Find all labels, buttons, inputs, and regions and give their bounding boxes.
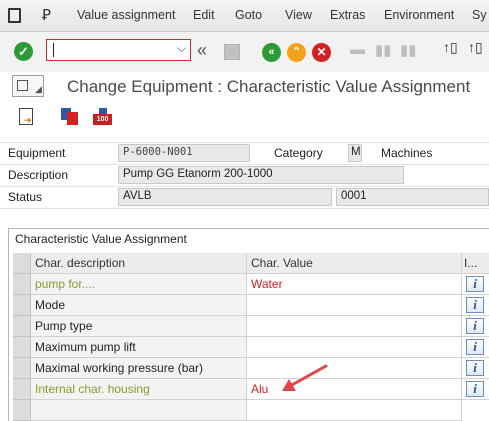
cancel-icon[interactable]: ✕	[312, 43, 331, 62]
menu-value-assignment[interactable]: Value assignment	[77, 8, 175, 22]
divider	[0, 208, 489, 209]
status-value: AVLB	[123, 190, 152, 202]
category-field: M	[348, 144, 362, 162]
page-title: Change Equipment : Characteristic Value …	[67, 77, 471, 96]
column-header-value[interactable]: Char. Value	[247, 253, 462, 274]
info-icon[interactable]: i	[466, 318, 484, 334]
info-cell: i	[462, 379, 489, 400]
description-field: Pump GG Etanorm 200-1000	[118, 166, 404, 184]
menu-goto[interactable]: Goto	[235, 8, 262, 22]
equipment-value: P-6000-N001	[123, 146, 193, 158]
prev-page-icon[interactable]: ↑▯	[468, 39, 483, 56]
row-selector[interactable]	[13, 358, 31, 379]
table-row: Pump type i	[13, 316, 489, 337]
cursor-caret	[53, 43, 54, 57]
table-row: Internal char. housing Alu i	[13, 379, 489, 400]
char-value-input[interactable]	[247, 316, 462, 337]
status-field: AVLB	[118, 188, 332, 206]
command-field[interactable]: ⌵	[46, 39, 191, 61]
info-cell: i	[462, 274, 489, 295]
status-code-field: 0001	[336, 188, 489, 206]
char-description: Pump type	[31, 316, 247, 337]
divider	[0, 164, 489, 165]
info-icon[interactable]: i	[466, 297, 484, 313]
checkmark-icon[interactable]: ✓	[14, 42, 33, 61]
row-selector[interactable]	[13, 316, 31, 337]
char-value-input[interactable]: Water	[247, 274, 462, 295]
equipment-label: Equipment	[8, 146, 66, 160]
annotation-arrow	[282, 364, 328, 391]
info-cell: i	[462, 295, 489, 316]
category-text: Machines	[381, 146, 433, 160]
object-links-icon[interactable]	[61, 108, 79, 126]
divider	[0, 186, 489, 187]
column-header-info[interactable]: I...	[462, 253, 489, 274]
status-label: Status	[8, 190, 43, 204]
exit-icon[interactable]: ⌃	[287, 43, 306, 62]
row-selector[interactable]	[13, 274, 31, 295]
category-value: M	[351, 146, 361, 158]
info-icon[interactable]: i	[466, 360, 484, 376]
system-toolbar: ✓ ⌵ « « ⌃ ✕ ▬ ▮▮ ▮▮ ↑▯ ↑▯	[0, 32, 489, 72]
info-cell: i	[462, 316, 489, 337]
row-selector[interactable]	[13, 295, 31, 316]
classification-icon[interactable]: 100	[93, 108, 113, 126]
select-all-cell[interactable]	[13, 253, 31, 274]
info-cell: i	[462, 337, 489, 358]
info-icon[interactable]: i	[466, 339, 484, 355]
chevron-down-icon[interactable]: ⌵	[177, 41, 186, 56]
char-description: pump for....	[31, 274, 247, 295]
row-selector[interactable]	[13, 400, 31, 421]
info-icon[interactable]: i	[466, 381, 484, 397]
char-description: Internal char. housing	[31, 379, 247, 400]
menu-extras[interactable]: Extras	[330, 8, 365, 22]
menu-environment[interactable]: Environment	[384, 8, 454, 22]
title-area: ◢ Change Equipment : Characteristic Valu…	[0, 72, 489, 102]
first-page-icon[interactable]: ↑▯	[443, 39, 458, 56]
category-label: Category	[274, 146, 323, 160]
table-row: Mode i	[13, 295, 489, 316]
info-cell	[462, 400, 489, 421]
characteristic-section: Characteristic Value Assignment Char. de…	[8, 228, 489, 421]
divider	[0, 142, 489, 143]
table-row: Maximal working pressure (bar) i	[13, 358, 489, 379]
description-label: Description	[8, 168, 69, 182]
char-value-input[interactable]	[247, 337, 462, 358]
char-description: Maximal working pressure (bar)	[31, 358, 247, 379]
print-icon[interactable]: ▬	[350, 41, 365, 58]
description-value: Pump GG Etanorm 200-1000	[123, 168, 273, 180]
back-icon[interactable]: «	[262, 43, 281, 62]
menu-view[interactable]: View	[285, 8, 312, 22]
char-description: Maximum pump lift	[31, 337, 247, 358]
table-row: pump for.... Water i	[13, 274, 489, 295]
sap-menu-icon[interactable]	[8, 8, 21, 23]
char-description: Mode	[31, 295, 247, 316]
transaction-icon[interactable]: Ꝑ	[42, 6, 51, 24]
menu-bar: Ꝑ Value assignment Edit Goto View Extras…	[0, 0, 489, 32]
menu-edit[interactable]: Edit	[193, 8, 215, 22]
find-icon[interactable]: ▮▮	[375, 41, 392, 59]
section-title: Characteristic Value Assignment	[15, 232, 187, 246]
document-icon[interactable]: ➜	[19, 108, 33, 125]
screen-menu-icon[interactable]: ◢	[12, 75, 44, 97]
equipment-field: P-6000-N001	[118, 144, 250, 162]
table-row	[13, 400, 489, 421]
char-value-input[interactable]	[247, 295, 462, 316]
char-description	[31, 400, 247, 421]
menu-system[interactable]: Sy	[472, 8, 487, 22]
row-selector[interactable]	[13, 379, 31, 400]
back-double-icon[interactable]: «	[197, 40, 207, 61]
save-icon[interactable]	[224, 44, 240, 60]
table-header: Char. description Char. Value I...	[13, 253, 489, 274]
row-selector[interactable]	[13, 337, 31, 358]
find-next-icon[interactable]: ▮▮	[400, 41, 417, 59]
info-cell: i	[462, 358, 489, 379]
status-code: 0001	[341, 190, 367, 202]
column-header-description[interactable]: Char. description	[31, 253, 247, 274]
table-row: Maximum pump lift i	[13, 337, 489, 358]
info-icon[interactable]: i	[466, 276, 484, 292]
char-value-input[interactable]	[247, 400, 462, 421]
